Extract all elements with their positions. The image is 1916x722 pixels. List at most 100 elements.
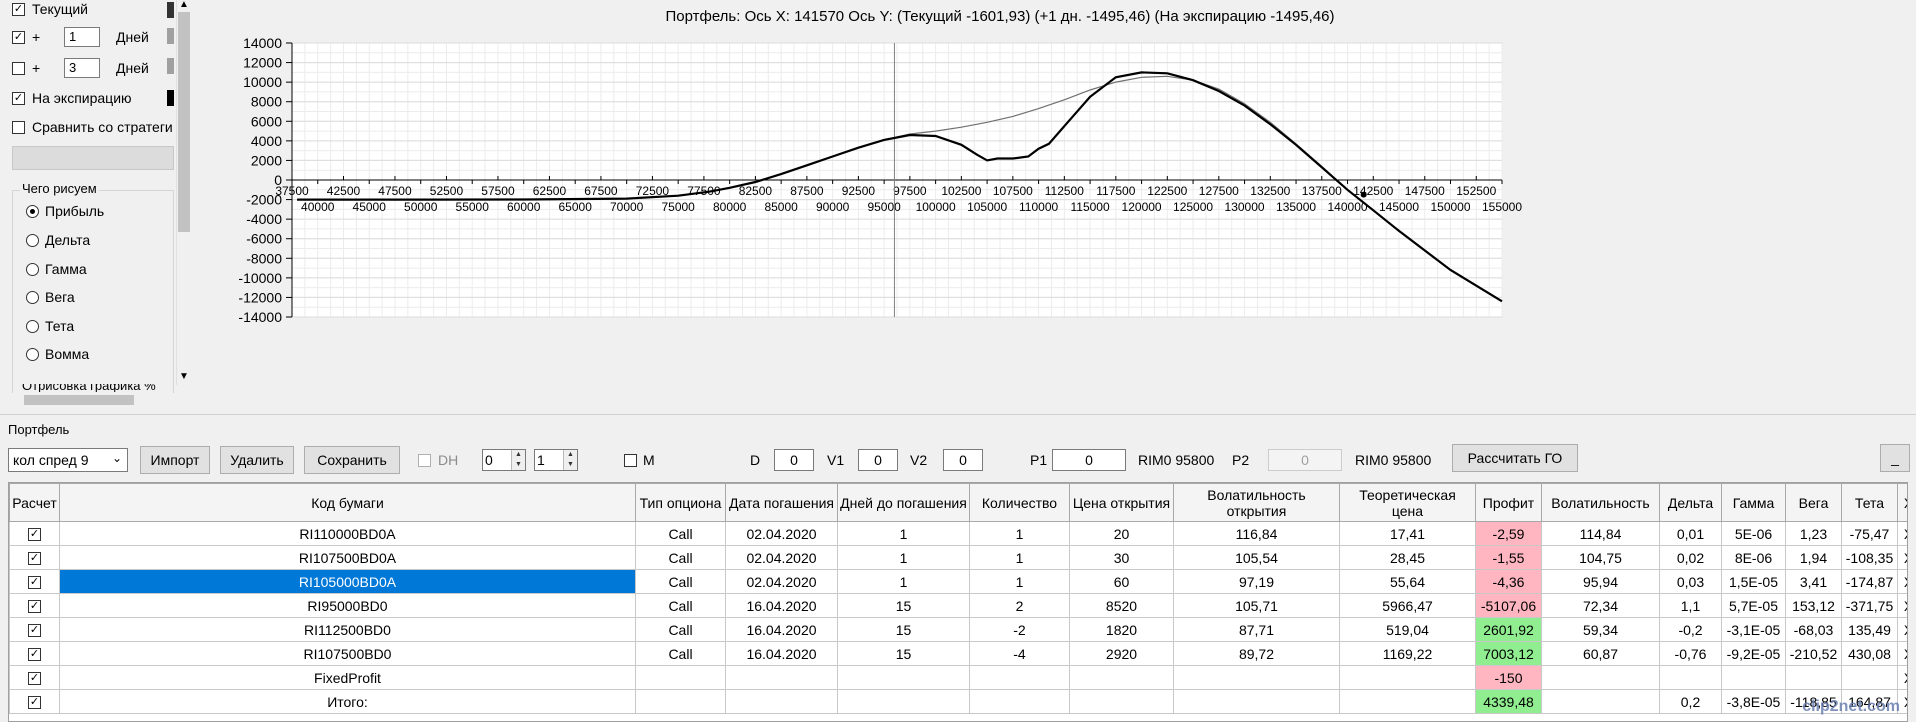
import-button[interactable]: Импорт	[140, 446, 210, 474]
delete-row-button[interactable]: X	[1897, 641, 1907, 666]
spin2-arrows-icon[interactable]: ▲ ▼	[563, 450, 577, 470]
plus1-days-input[interactable]: 1	[64, 27, 100, 47]
delete-row-button[interactable]: X	[1897, 569, 1907, 594]
cell-vol[interactable]	[1541, 689, 1660, 714]
cell-date[interactable]	[725, 665, 838, 690]
option-vomma-radio[interactable]	[26, 348, 39, 361]
option-gamma-radio[interactable]	[26, 263, 39, 276]
delete-button[interactable]: Удалить	[220, 446, 294, 474]
cell-theo[interactable]	[1339, 665, 1476, 690]
cell-qty[interactable]: 1	[969, 569, 1070, 594]
positions-grid[interactable]: Расчет Код бумаги Тип опциона Дата погашени…	[8, 482, 1908, 722]
spin1-arrows-icon[interactable]: ▲ ▼	[511, 450, 525, 470]
cell-delta[interactable]: 0,01	[1659, 521, 1722, 546]
calc-checkbox[interactable]: ✓	[28, 576, 41, 590]
cell-theo[interactable]: 55,64	[1339, 569, 1476, 594]
table-row[interactable]: ✓ RI95000BD0 Call 16.04.2020 15 2 8520 105,71 59…	[9, 593, 1907, 618]
cell-qty[interactable]: -4	[969, 641, 1070, 666]
cell-vol[interactable]: 95,94	[1541, 569, 1660, 594]
cell-delta[interactable]: -0,2	[1659, 617, 1722, 642]
delete-row-button[interactable]: X	[1897, 665, 1907, 690]
cell-vega[interactable]: -68,03	[1785, 617, 1842, 642]
cell-gamma[interactable]: 8E-06	[1721, 545, 1786, 570]
spin2-input[interactable]: 1 ▲ ▼	[534, 449, 578, 471]
cell-vol[interactable]: 114,84	[1541, 521, 1660, 546]
cell-date[interactable]: 02.04.2020	[725, 521, 838, 546]
column-header[interactable]: Расчет	[9, 483, 60, 522]
cell-qty[interactable]: -2	[969, 617, 1070, 642]
table-row[interactable]: ✓ RI105000BD0A Call 02.04.2020 1 1 60 97,19 55,6…	[9, 569, 1907, 594]
cell-open[interactable]: 8520	[1069, 593, 1174, 618]
cell-theo[interactable]	[1339, 689, 1476, 714]
column-header[interactable]: Дней до погашения	[837, 483, 970, 522]
cell-type[interactable]: Call	[635, 641, 726, 666]
cell-code[interactable]: RI112500BD0	[59, 617, 636, 642]
column-header[interactable]: Теоретическая цена	[1339, 483, 1476, 522]
cell-gamma[interactable]: -3,1E-05	[1721, 617, 1786, 642]
cell-vega[interactable]	[1785, 665, 1842, 690]
cell-gamma[interactable]: 5,7E-05	[1721, 593, 1786, 618]
cell-vega[interactable]: 153,12	[1785, 593, 1842, 618]
cell-days[interactable]: 15	[837, 641, 970, 666]
calc-cell[interactable]: ✓	[9, 617, 60, 642]
cell-theta[interactable]: -371,75	[1841, 593, 1898, 618]
plus2-days-input[interactable]: 3	[64, 58, 100, 78]
cell-theta[interactable]: 135,49	[1841, 617, 1898, 642]
cell-qty[interactable]: 1	[969, 521, 1070, 546]
scroll-up-arrow-icon[interactable]: ▲	[179, 0, 189, 10]
option-profit-radio[interactable]	[26, 205, 39, 218]
cell-qty[interactable]	[969, 689, 1070, 714]
table-row[interactable]: ✓ RI110000BD0A Call 02.04.2020 1 1 20 116,84 17,…	[9, 521, 1907, 546]
cell-profit[interactable]: 2601,92	[1475, 617, 1542, 642]
spin1-input[interactable]: 0 ▲ ▼	[482, 449, 526, 471]
calc-cell[interactable]: ✓	[9, 545, 60, 570]
cell-open[interactable]: 20	[1069, 521, 1174, 546]
calc-cell[interactable]: ✓	[9, 593, 60, 618]
calc-checkbox[interactable]: ✓	[28, 528, 41, 542]
plus1-color-swatch[interactable]	[167, 28, 174, 44]
cell-profit[interactable]: 4339,48	[1475, 689, 1542, 714]
cell-gamma[interactable]: -3,8E-05	[1721, 689, 1786, 714]
column-header[interactable]: Профит	[1475, 483, 1542, 522]
expiration-color-swatch[interactable]	[167, 90, 174, 106]
hscroll-thumb[interactable]	[24, 395, 134, 405]
cell-type[interactable]	[635, 689, 726, 714]
cell-date[interactable]: 16.04.2020	[725, 641, 838, 666]
calc-go-button[interactable]: Рассчитать ГО	[1452, 444, 1578, 472]
chevron-down-icon[interactable]: ⌄	[112, 451, 122, 465]
calc-checkbox[interactable]: ✓	[28, 672, 41, 686]
options-vertical-scrollbar[interactable]: ▲ ▼	[176, 0, 190, 385]
cell-theta[interactable]: -174,87	[1841, 569, 1898, 594]
cell-code[interactable]: RI95000BD0	[59, 593, 636, 618]
cell-gamma[interactable]: 1,5E-05	[1721, 569, 1786, 594]
cell-vol[interactable]: 104,75	[1541, 545, 1660, 570]
cell-date[interactable]	[725, 689, 838, 714]
cell-delta[interactable]: 0,03	[1659, 569, 1722, 594]
cell-days[interactable]	[837, 665, 970, 690]
cell-gamma[interactable]	[1721, 665, 1786, 690]
cell-type[interactable]: Call	[635, 593, 726, 618]
cell-type[interactable]: Call	[635, 521, 726, 546]
cell-delta[interactable]: 1,1	[1659, 593, 1722, 618]
cell-vol[interactable]	[1541, 665, 1660, 690]
cell-vega[interactable]: 1,94	[1785, 545, 1842, 570]
cell-date[interactable]: 16.04.2020	[725, 617, 838, 642]
cell-delta[interactable]: 0,02	[1659, 545, 1722, 570]
cell-days[interactable]: 1	[837, 569, 970, 594]
table-row[interactable]: ✓ RI107500BD0 Call 16.04.2020 15 -4 2920 89,72 1…	[9, 641, 1907, 666]
cell-days[interactable]: 1	[837, 545, 970, 570]
cell-date[interactable]: 02.04.2020	[725, 569, 838, 594]
calc-checkbox[interactable]: ✓	[28, 696, 41, 710]
cell-code[interactable]: RI107500BD0	[59, 641, 636, 666]
cell-theo[interactable]: 28,45	[1339, 545, 1476, 570]
calc-cell[interactable]: ✓	[9, 569, 60, 594]
scroll-thumb[interactable]	[178, 12, 190, 232]
chart-canvas[interactable]: 14000120001000080006000400020000-2000-40…	[190, 0, 1916, 410]
cell-vol-open[interactable]: 105,71	[1173, 593, 1340, 618]
column-header[interactable]: Цена открытия	[1069, 483, 1174, 522]
delete-row-button[interactable]: X	[1897, 545, 1907, 570]
cell-theta[interactable]: -108,35	[1841, 545, 1898, 570]
column-header[interactable]: Волатильность	[1541, 483, 1660, 522]
table-row[interactable]: ✓Итого:4339,480,2-3,8E-05-118,85164,87X	[9, 689, 1907, 714]
p1-input[interactable]: 0	[1052, 449, 1126, 471]
